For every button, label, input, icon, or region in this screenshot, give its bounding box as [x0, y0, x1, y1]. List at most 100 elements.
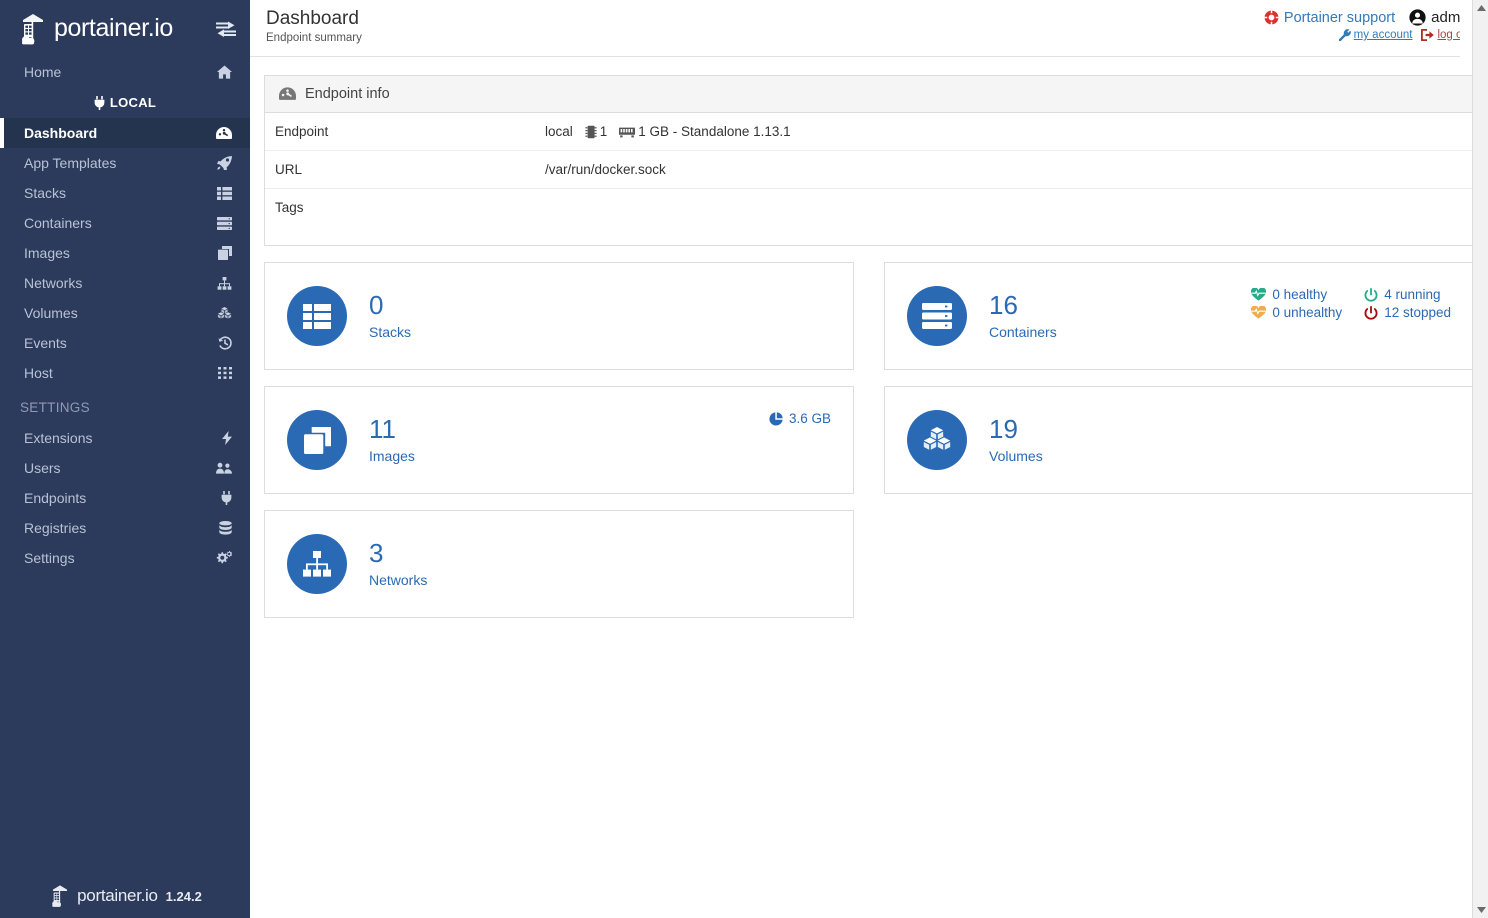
sidebar-item-volumes[interactable]: Volumes — [0, 298, 250, 328]
environment-label: LOCAL — [109, 95, 157, 110]
endpoint-url-row: URL /var/run/docker.sock — [265, 151, 1473, 189]
sidebar-item-label: Containers — [24, 215, 92, 231]
sidebar-item-endpoints[interactable]: Endpoints — [0, 483, 250, 513]
heartbeat-icon — [1251, 288, 1267, 301]
sidebar-item-label: Home — [24, 64, 62, 80]
sidebar-item-networks[interactable]: Networks — [0, 268, 250, 298]
sidebar-environment: LOCAL — [0, 87, 250, 118]
sidebar-item-app-templates[interactable]: App Templates — [0, 148, 250, 178]
content: Endpoint info Endpoint local 1 1 GB - St… — [250, 57, 1488, 918]
stacks-card[interactable]: 0 Stacks — [264, 262, 854, 370]
sidebar-item-label: Stacks — [24, 185, 67, 201]
pie-chart-icon — [769, 411, 783, 426]
scroll-up-arrow-icon[interactable] — [1473, 0, 1488, 16]
networks-icon — [287, 534, 347, 594]
stacks-card-text: 0 Stacks — [369, 292, 411, 340]
app-root: portainer.io Home LOCAL Dashboard App Te… — [0, 0, 1488, 918]
cubes-icon — [217, 306, 232, 320]
endpoint-url-value: /var/run/docker.sock — [545, 162, 666, 177]
sidebar-item-extensions[interactable]: Extensions — [0, 423, 250, 453]
containers-stopped-label: 12 stopped — [1384, 305, 1451, 320]
sidebar-item-registries[interactable]: Registries — [0, 513, 250, 543]
memory-icon — [619, 126, 636, 138]
endpoint-name: local — [545, 124, 573, 139]
containers-healthy-stat: 0 healthy — [1251, 287, 1342, 302]
history-icon — [218, 336, 232, 350]
life-ring-icon — [1264, 10, 1279, 25]
microchip-icon — [585, 125, 597, 139]
sidebar-item-label: Dashboard — [24, 125, 98, 141]
images-count: 11 — [369, 414, 396, 445]
sidebar-item-label: Registries — [24, 520, 87, 536]
my-account-link[interactable]: my account — [1338, 29, 1412, 41]
page-title: Dashboard — [266, 8, 359, 29]
page-subtitle: Endpoint summary — [266, 32, 362, 44]
containers-card[interactable]: 16 Containers 0 healthy 4 running 0 unhe… — [884, 262, 1474, 370]
power-icon — [1364, 287, 1378, 302]
sidebar-item-settings[interactable]: Settings — [0, 543, 250, 573]
images-card[interactable]: 11 Images 3.6 GB — [264, 386, 854, 494]
sidebar-item-containers[interactable]: Containers — [0, 208, 250, 238]
sidebar-item-images[interactable]: Images — [0, 238, 250, 268]
endpoint-cpu-count: 1 — [599, 124, 608, 139]
endpoint-url-key: URL — [275, 162, 303, 177]
home-icon — [217, 65, 232, 79]
containers-running-label: 4 running — [1384, 287, 1441, 302]
sidebar: portainer.io Home LOCAL Dashboard App Te… — [0, 0, 250, 918]
topbar-primary-row: Portainer support admin — [1264, 9, 1472, 26]
footer-brand-name: portainer.io — [77, 886, 158, 905]
dashboard-icon — [216, 126, 232, 140]
sidebar-item-users[interactable]: Users — [0, 453, 250, 483]
portainer-support-link[interactable]: Portainer support — [1264, 10, 1395, 26]
topbar-secondary-row: my account log out — [1264, 29, 1472, 41]
rocket-icon — [217, 156, 232, 170]
sidebar-item-events[interactable]: Events — [0, 328, 250, 358]
th-icon — [218, 367, 232, 379]
endpoint-tags-row: Tags — [265, 189, 1473, 245]
endpoint-info-title: Endpoint info — [305, 86, 390, 102]
containers-icon — [907, 286, 967, 346]
scrollbar-top-gap — [1460, 0, 1472, 57]
page-scrollbar[interactable] — [1460, 0, 1488, 918]
users-icon — [216, 462, 232, 474]
brand-name: portainer.io — [54, 14, 173, 42]
sidebar-footer: portainer.io 1.24.2 — [0, 884, 250, 908]
toggle-sidebar-icon[interactable] — [216, 21, 236, 37]
sidebar-item-host[interactable]: Host — [0, 358, 250, 388]
cogs-icon — [216, 551, 232, 565]
database-icon — [219, 521, 232, 535]
endpoint-row: Endpoint local 1 1 GB - Standalone 1.13.… — [265, 113, 1473, 151]
portainer-support-label: Portainer support — [1283, 9, 1396, 26]
topbar: Dashboard Endpoint summary Portainer sup… — [250, 0, 1488, 57]
sidebar-brand[interactable]: portainer.io — [0, 0, 250, 57]
containers-healthy-label: 0 healthy — [1272, 287, 1328, 302]
containers-unhealthy-stat: 0 unhealthy — [1251, 305, 1342, 320]
main-area: Dashboard Endpoint summary Portainer sup… — [250, 0, 1488, 918]
sidebar-item-home[interactable]: Home — [0, 57, 250, 87]
networks-count: 3 — [369, 538, 384, 569]
sidebar-item-dashboard[interactable]: Dashboard — [0, 118, 250, 148]
power-icon — [1364, 305, 1378, 320]
server-icon — [217, 216, 232, 230]
sidebar-section-settings: SETTINGS — [20, 400, 90, 415]
volumes-card[interactable]: 19 Volumes — [884, 386, 1474, 494]
networks-card-text: 3 Networks — [369, 538, 427, 588]
scroll-down-arrow-icon[interactable] — [1473, 902, 1488, 918]
endpoint-row-key: Endpoint — [275, 124, 329, 139]
page-heading: Dashboard Endpoint summary — [266, 7, 362, 44]
containers-label: Containers — [989, 323, 1057, 340]
sidebar-item-stacks[interactable]: Stacks — [0, 178, 250, 208]
images-size: 3.6 GB — [769, 387, 831, 426]
sidebar-item-label: Extensions — [24, 430, 93, 446]
containers-running-stat: 4 running — [1364, 287, 1451, 302]
list-icon — [217, 186, 232, 200]
images-card-text: 11 Images — [369, 414, 415, 464]
portainer-logo-icon — [16, 12, 50, 46]
containers-stopped-stat: 12 stopped — [1364, 305, 1451, 320]
dashboard-cards: 0 Stacks 16 Containers 0 healthy 4 runni… — [264, 262, 1474, 618]
plug-icon — [94, 95, 105, 110]
networks-card[interactable]: 3 Networks — [264, 510, 854, 618]
sidebar-item-label: Networks — [24, 275, 83, 291]
bolt-icon — [222, 431, 232, 445]
containers-card-text: 16 Containers — [989, 292, 1057, 340]
